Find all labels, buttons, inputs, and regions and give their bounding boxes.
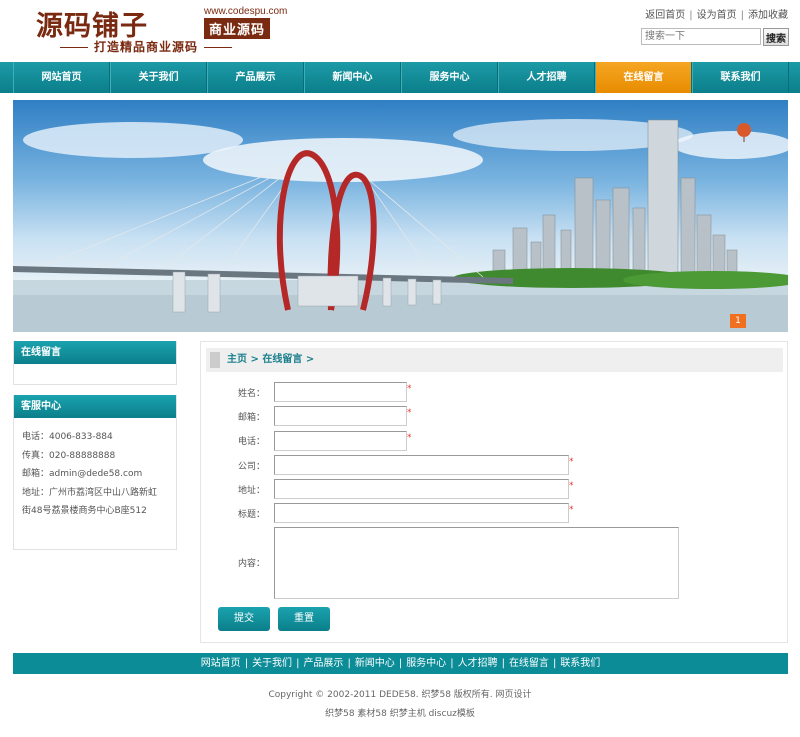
sidebar-title-service: 客服中心 <box>14 395 176 418</box>
breadcrumb: 主页 > 在线留言 > <box>206 348 783 372</box>
email-label: 邮箱： <box>237 413 265 423</box>
separator: | <box>552 658 557 669</box>
breadcrumb-text[interactable]: 主页 > 在线留言 > <box>227 348 314 372</box>
contact-fax: 传真：020-88888888 <box>22 450 116 461</box>
nav-item-home[interactable]: 网站首页 <box>13 62 110 93</box>
search-bar: 搜索 <box>641 28 789 46</box>
footer-link-about[interactable]: 关于我们 <box>252 658 292 669</box>
reset-button[interactable]: 重置 <box>278 607 330 631</box>
site-logo[interactable]: 源码铺子 www.codespu.com 商业源码 打造精品商业源码 <box>36 4 288 55</box>
content-textarea[interactable] <box>274 527 679 599</box>
search-button[interactable]: 搜索 <box>763 28 789 46</box>
breadcrumb-marker <box>210 352 220 368</box>
required-mark: * <box>569 481 574 491</box>
separator: | <box>347 658 351 669</box>
footer-link-products[interactable]: 产品展示 <box>303 658 343 669</box>
footer-link-news[interactable]: 新闻中心 <box>355 658 395 669</box>
message-form-panel: 主页 > 在线留言 > 姓名： * 邮箱： * 电话： * 公司： * 地址： … <box>200 341 788 643</box>
name-label: 姓名： <box>237 389 265 399</box>
required-mark: * <box>569 505 574 515</box>
submit-button[interactable]: 提交 <box>218 607 270 631</box>
separator: | <box>398 658 403 669</box>
content-label: 内容： <box>237 559 265 569</box>
logo-url-text: www.codespu.com <box>204 6 288 17</box>
address-field[interactable] <box>274 479 569 499</box>
company-field[interactable] <box>274 455 569 475</box>
sidebar-title-message[interactable]: 在线留言 <box>14 341 176 364</box>
search-input[interactable] <box>641 28 761 45</box>
contact-info: 电话：4006-833-884 传真：020-88888888 邮箱：admin… <box>14 418 176 531</box>
required-mark: * <box>407 408 412 418</box>
nav-item-about[interactable]: 关于我们 <box>110 62 207 93</box>
nav-item-message[interactable]: 在线留言 <box>595 62 692 93</box>
add-favorite-link[interactable]: 添加收藏 <box>748 10 788 21</box>
footer-nav: 网站首页 | 关于我们 | 产品展示 | 新闻中心 | 服务中心 | 人才招聘 | 在线留言 | 联系我们 <box>13 653 788 674</box>
separator: | <box>296 658 300 669</box>
sidebar-box-service: 客服中心 电话：4006-833-884 传真：020-88888888 邮箱：… <box>13 395 177 550</box>
footer-link-jobs[interactable]: 人才招聘 <box>458 658 498 669</box>
nav-item-contact[interactable]: 联系我们 <box>692 62 789 93</box>
separator: | <box>740 10 744 21</box>
separator: | <box>501 658 505 669</box>
required-mark: * <box>569 457 574 467</box>
required-mark: * <box>407 384 412 394</box>
phone-field[interactable] <box>274 431 407 451</box>
top-links: 返回首页 | 设为首页 | 添加收藏 <box>645 6 788 21</box>
address-label: 地址： <box>237 486 265 496</box>
banner-page-indicator[interactable]: 1 <box>730 314 746 328</box>
contact-phone: 电话：4006-833-884 <box>22 432 113 442</box>
home-link[interactable]: 返回首页 <box>645 10 685 21</box>
hero-banner: 1 <box>13 100 788 332</box>
logo-badge: 商业源码 <box>204 18 271 39</box>
phone-label: 电话： <box>237 437 265 447</box>
nav-item-products[interactable]: 产品展示 <box>207 62 304 93</box>
subject-label: 标题： <box>237 510 265 520</box>
footer-link-service[interactable]: 服务中心 <box>406 658 446 669</box>
footer-link-contact[interactable]: 联系我们 <box>560 658 600 669</box>
copyright-text: Copyright © 2002-2011 DEDE58. 织梦58 版权所有.… <box>268 690 532 700</box>
contact-address-cont: 街48号荔景楼商务中心B座512 <box>22 506 147 516</box>
footer-link-message[interactable]: 在线留言 <box>509 658 549 669</box>
set-homepage-link[interactable]: 设为首页 <box>697 10 737 21</box>
sidebar-box-message: 在线留言 <box>13 341 177 385</box>
name-field[interactable] <box>274 382 407 402</box>
required-mark: * <box>407 433 412 443</box>
main-nav: 网站首页 关于我们 产品展示 新闻中心 服务中心 人才招聘 在线留言 联系我们 <box>0 62 800 93</box>
separator: | <box>689 10 693 21</box>
contact-email: 邮箱：admin@dede58.com <box>22 469 143 479</box>
footer-links-line[interactable]: 织梦58 素材58 织梦主机 discuz模板 <box>0 706 800 719</box>
nav-item-jobs[interactable]: 人才招聘 <box>498 62 595 93</box>
email-field[interactable] <box>274 406 407 426</box>
nav-item-news[interactable]: 新闻中心 <box>304 62 401 93</box>
subject-field[interactable] <box>274 503 569 523</box>
nav-item-service[interactable]: 服务中心 <box>401 62 498 93</box>
separator: | <box>450 658 454 669</box>
banner-city-bridge-image <box>13 119 788 332</box>
contact-address: 地址：广州市荔湾区中山八路新虹 <box>22 487 158 498</box>
separator: | <box>244 658 249 669</box>
company-label: 公司： <box>237 462 265 472</box>
footer-link-home[interactable]: 网站首页 <box>201 658 241 669</box>
logo-slogan: 打造精品商业源码 <box>54 38 238 55</box>
